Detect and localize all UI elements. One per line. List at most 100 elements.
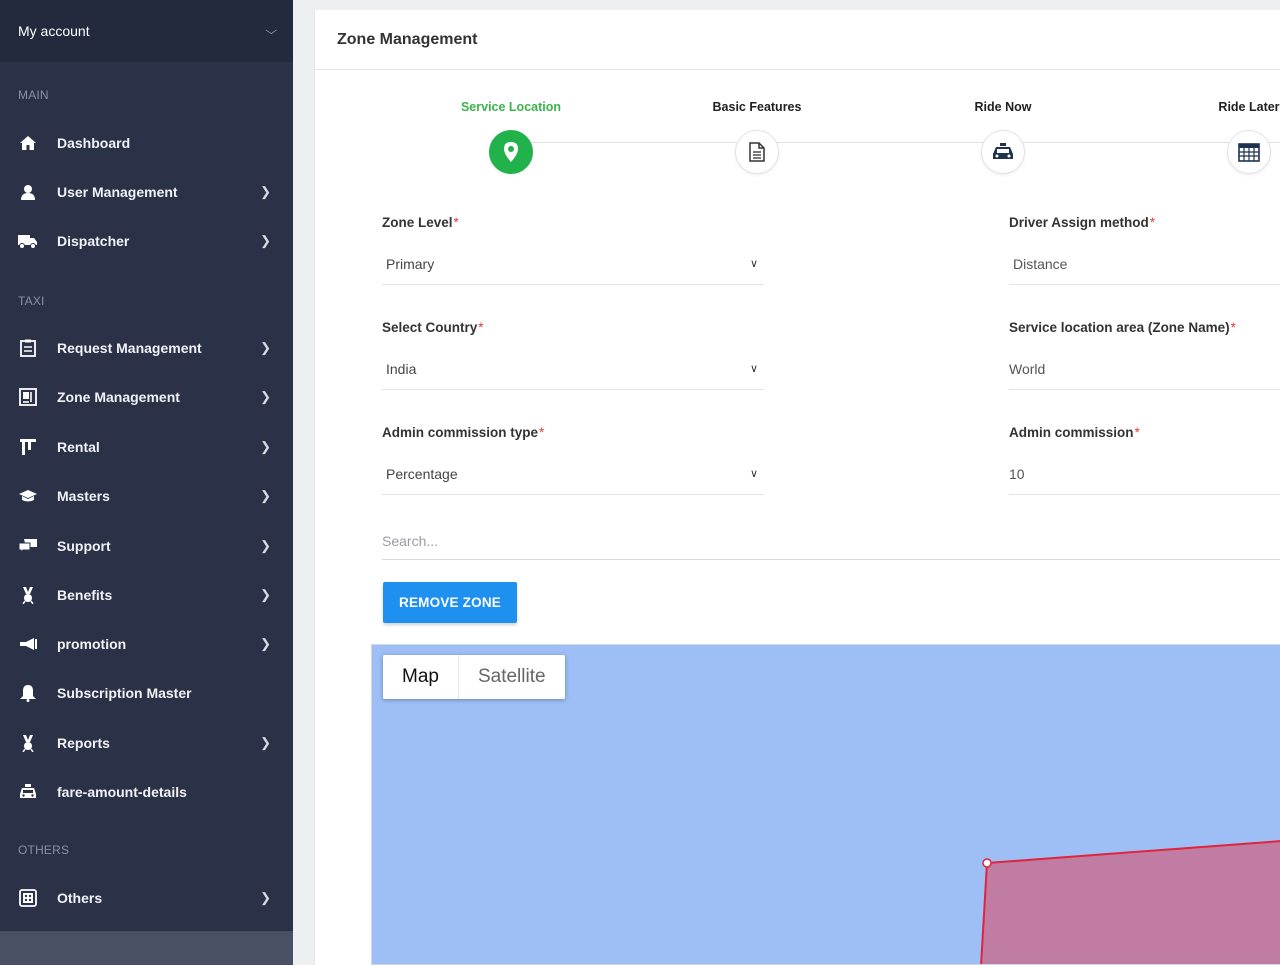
sidebar-item-promotion[interactable]: promotion ❯ [0, 624, 293, 664]
chevron-right-icon: ❯ [260, 340, 271, 355]
country-select[interactable]: India ∨ [382, 348, 764, 390]
taxi-icon [18, 782, 38, 802]
bell-icon [18, 683, 38, 703]
sidebar-item-fare-amount-details[interactable]: fare-amount-details [0, 772, 293, 812]
truck-icon [18, 231, 38, 251]
zone-name-value: World [1009, 360, 1046, 377]
search-placeholder: Search... [382, 532, 439, 549]
sidebar-item-label: Benefits [57, 587, 113, 603]
sidebar-item-subscription-master[interactable]: Subscription Master [0, 673, 293, 713]
sidebar-item-label: Others [57, 890, 103, 906]
sidebar-item-label: Zone Management [57, 389, 180, 405]
location-pin-icon [489, 130, 533, 174]
sidebar-item-label: Subscription Master [57, 685, 192, 701]
sidebar-item-label: Reports [57, 735, 110, 751]
driver-assign-field[interactable]: Distance [1009, 243, 1280, 285]
driver-assign-label: Driver Assign method* [1009, 215, 1156, 230]
commission-value: 10 [1009, 465, 1025, 482]
account-menu[interactable]: My account ⌵ [0, 0, 293, 62]
chevron-down-icon: ∨ [749, 258, 758, 270]
sidebar: My account ⌵ MAIN Dashboard User Managem… [0, 0, 293, 965]
chevron-down-icon: ∨ [749, 363, 758, 375]
chevron-right-icon: ❯ [260, 233, 271, 248]
sidebar-item-masters[interactable]: Masters ❯ [0, 476, 293, 516]
home-icon [18, 133, 38, 153]
zone-level-value: Primary [386, 255, 435, 272]
chevron-right-icon: ❯ [260, 636, 271, 651]
step-basic-features[interactable]: Basic Features [687, 100, 827, 174]
map-type-satellite-button[interactable]: Satellite [459, 655, 565, 699]
zone-level-select[interactable]: Primary ∨ [382, 243, 764, 285]
chevron-right-icon: ❯ [260, 587, 271, 602]
medal-icon [18, 733, 38, 753]
commission-type-label: Admin commission type* [382, 425, 545, 440]
commission-type-select[interactable]: Percentage ∨ [382, 453, 764, 495]
sidebar-item-reports[interactable]: Reports ❯ [0, 723, 293, 763]
chevron-right-icon: ❯ [260, 439, 271, 454]
commission-label: Admin commission* [1009, 425, 1140, 440]
sidebar-item-support[interactable]: Support ❯ [0, 526, 293, 566]
document-icon [735, 130, 779, 174]
chevron-right-icon: ❯ [260, 890, 271, 905]
step-label: Service Location [460, 100, 562, 114]
sidebar-item-dispatcher[interactable]: Dispatcher ❯ [0, 221, 293, 261]
clipboard-icon [18, 338, 38, 358]
chevron-down-icon: ⌵ [264, 24, 277, 37]
search-input[interactable]: Search... [382, 522, 1280, 560]
commission-type-value: Percentage [386, 465, 458, 482]
section-label-main: MAIN [18, 88, 49, 102]
sidebar-item-zone-management[interactable]: Zone Management ❯ [0, 377, 293, 417]
zone-name-label: Service location area (Zone Name)* [1009, 320, 1236, 335]
step-service-location[interactable]: Service Location [441, 100, 581, 174]
sidebar-item-label: promotion [57, 636, 127, 652]
award-icon [18, 585, 38, 605]
polygon-vertex-handle [982, 858, 992, 868]
car-icon [981, 130, 1025, 174]
account-label: My account [18, 23, 90, 39]
sidebar-footer [0, 931, 293, 965]
sidebar-item-label: Support [57, 538, 111, 554]
chat-icon [18, 536, 38, 556]
sidebar-item-benefits[interactable]: Benefits ❯ [0, 575, 293, 615]
step-ride-later[interactable]: Ride Later [1179, 100, 1280, 174]
zone-level-label: Zone Level* [382, 215, 459, 230]
map-board-icon [18, 387, 38, 407]
sidebar-item-request-management[interactable]: Request Management ❯ [0, 328, 293, 368]
graduation-cap-icon [18, 486, 38, 506]
sidebar-item-label: Rental [57, 439, 100, 455]
chevron-down-icon: ∨ [749, 468, 758, 480]
sidebar-item-user-management[interactable]: User Management ❯ [0, 172, 293, 212]
map-type-map-button[interactable]: Map [383, 655, 459, 699]
zone-name-field[interactable]: World [1009, 348, 1280, 390]
sidebar-item-label: User Management [57, 184, 178, 200]
user-icon [18, 182, 38, 202]
rental-icon [18, 437, 38, 457]
step-label: Ride Later [1218, 100, 1280, 114]
stepper-line [517, 142, 1280, 143]
driver-assign-value: Distance [1013, 255, 1068, 272]
commission-field[interactable]: 10 [1009, 453, 1280, 495]
sidebar-item-label: Dashboard [57, 135, 131, 151]
chevron-right-icon: ❯ [260, 735, 271, 750]
chevron-right-icon: ❯ [260, 488, 271, 503]
map-view[interactable]: Map Satellite [371, 644, 1280, 965]
step-ride-now[interactable]: Ride Now [933, 100, 1073, 174]
megaphone-icon [18, 634, 38, 654]
chevron-right-icon: ❯ [260, 184, 271, 199]
country-value: India [386, 360, 417, 377]
step-label: Basic Features [712, 100, 802, 114]
sidebar-item-rental[interactable]: Rental ❯ [0, 427, 293, 467]
sidebar-item-label: Dispatcher [57, 233, 130, 249]
sidebar-item-label: Request Management [57, 340, 202, 356]
map-type-control: Map Satellite [383, 655, 565, 699]
country-label: Select Country* [382, 320, 484, 335]
sidebar-item-label: fare-amount-details [57, 784, 187, 800]
main-panel: Zone Management Service Location Basic F… [314, 10, 1280, 965]
section-label-others: OTHERS [18, 843, 70, 857]
remove-zone-button[interactable]: REMOVE ZONE [383, 582, 517, 623]
sidebar-item-others[interactable]: Others ❯ [0, 878, 293, 918]
page-title: Zone Management [315, 10, 1280, 70]
sidebar-item-dashboard[interactable]: Dashboard [0, 123, 293, 163]
step-label: Ride Now [974, 100, 1032, 114]
chevron-right-icon: ❯ [260, 389, 271, 404]
